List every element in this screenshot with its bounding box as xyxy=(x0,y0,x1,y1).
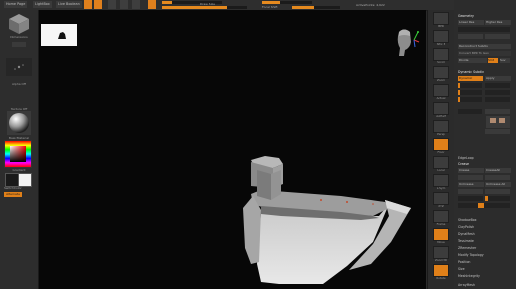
suv-toggle[interactable]: Suv xyxy=(500,58,510,63)
crease-lvl-slider[interactable] xyxy=(458,203,510,208)
zadd-icon[interactable] xyxy=(148,0,156,9)
crease-level-slider[interactable] xyxy=(458,196,483,201)
dimensions-label: Dimensions xyxy=(10,35,28,39)
tessimate-header[interactable]: Tessimate xyxy=(458,239,474,243)
actual-label: Actual xyxy=(436,96,446,100)
edgeloop-header[interactable]: EdgeLoop xyxy=(458,156,474,160)
modify-topology-header[interactable]: Modify Topology xyxy=(458,253,484,257)
color-picker[interactable] xyxy=(4,140,32,168)
focal-shift-slider[interactable] xyxy=(262,1,312,4)
micropoly-preview[interactable] xyxy=(486,116,510,128)
frame-label: Frame xyxy=(436,222,446,226)
shadowbox-header[interactable]: ShadowBox xyxy=(458,218,477,222)
navigator-thumbnail[interactable] xyxy=(41,24,77,46)
main-color-swatch[interactable] xyxy=(18,173,32,187)
smt-toggle[interactable]: Smt xyxy=(488,58,498,63)
small-button[interactable] xyxy=(12,42,26,47)
dynamic-subdiv-header[interactable]: Dynamic Subdiv xyxy=(458,70,484,74)
z-intensity-slider[interactable] xyxy=(162,6,247,9)
del-higher-button[interactable] xyxy=(485,34,510,39)
convert-bpr-button[interactable]: Convert BPR To Geo xyxy=(458,51,511,56)
floor-label: Floor xyxy=(437,150,445,154)
claypolish-header[interactable]: ClayPolish xyxy=(458,225,474,229)
smooth-uv-slider[interactable] xyxy=(485,97,510,102)
aahalf-label: AAHalf xyxy=(436,114,446,118)
draw-size-label: Draw Size xyxy=(200,2,215,6)
zoom3d-label: Zoom3D xyxy=(435,258,447,262)
coverage-slider[interactable] xyxy=(485,83,510,88)
micropoly-button[interactable] xyxy=(485,109,510,114)
lightbox-button[interactable]: LightBox xyxy=(33,1,52,8)
switch-color-button[interactable]: SwitchColor xyxy=(4,186,38,190)
secondary-color-swatch[interactable] xyxy=(5,173,19,187)
reconstruct-subdiv-button[interactable]: Reconstruct Subdiv xyxy=(458,44,511,49)
scale-tool-icon[interactable] xyxy=(120,0,128,9)
edit-icon[interactable] xyxy=(84,0,92,9)
home-page-button[interactable]: Home Page xyxy=(4,1,28,8)
draw-icon[interactable] xyxy=(94,0,102,9)
meshintegrity-header[interactable]: MeshIntegrity xyxy=(458,274,480,278)
3d-model-mesh[interactable] xyxy=(221,144,411,289)
crease-pg-toggle[interactable] xyxy=(485,175,510,180)
live-boolean-button[interactable]: Live Boolean xyxy=(56,1,82,8)
uncrease-all-button[interactable]: UnCrease All xyxy=(485,182,511,187)
sdiv-slider[interactable] xyxy=(458,27,510,32)
material-sphere-icon[interactable] xyxy=(7,111,31,135)
divide-button[interactable]: Divide xyxy=(458,58,487,63)
arraymesh-header[interactable]: ArrayMesh xyxy=(458,283,475,287)
left-panel: Dimensions Alpha Off Texture Off BasicMa… xyxy=(0,10,39,289)
zremesher-header[interactable]: ZRemesher xyxy=(458,246,476,250)
crease-button[interactable]: Crease xyxy=(458,168,484,173)
bpr-label: BPR xyxy=(438,24,444,28)
move-tool-icon[interactable] xyxy=(108,0,116,9)
geometry-header[interactable]: Geometry xyxy=(458,14,474,18)
crease-header[interactable]: Crease xyxy=(458,162,469,166)
persp-label: Persp xyxy=(437,132,445,136)
xyz-label: XYZ xyxy=(438,204,444,208)
crease-all-button[interactable]: CreaseAll xyxy=(485,168,511,173)
alpha-label: Alpha Off xyxy=(12,82,26,86)
qgrid-slider[interactable] xyxy=(458,83,482,88)
higher-res-button[interactable]: Higher Res xyxy=(485,20,511,25)
scroll-label: Scroll xyxy=(437,60,445,64)
bevel-level-slider[interactable] xyxy=(485,196,510,201)
focal-shift-label: Focal Shift xyxy=(262,5,278,9)
alternate-button[interactable]: Alternate xyxy=(4,192,22,197)
head-gizmo-icon[interactable] xyxy=(390,26,420,60)
dynamesh-header[interactable]: DynaMesh xyxy=(458,232,475,236)
zoom-label: Zoom xyxy=(436,78,446,82)
position-header[interactable]: Position xyxy=(458,260,470,264)
bevel-button[interactable] xyxy=(458,189,483,194)
uncrease-button[interactable]: UnCrease xyxy=(458,182,484,187)
thickness-slider[interactable] xyxy=(458,109,482,114)
lower-res-button[interactable]: Lower Res xyxy=(458,20,484,25)
lsym-label: L.Sym xyxy=(436,186,446,190)
rotate-label: Rotate xyxy=(436,276,446,280)
smooth-subdiv-slider[interactable] xyxy=(458,97,482,102)
crease-pg-button[interactable] xyxy=(458,175,483,180)
constant-slider[interactable] xyxy=(485,90,510,95)
spix-label: SPix 3 xyxy=(436,42,446,46)
cube-icon[interactable] xyxy=(8,13,30,35)
flat-subdiv-slider[interactable] xyxy=(458,90,482,95)
dynamic-button[interactable]: Dynamic xyxy=(458,76,483,81)
viewport-canvas[interactable] xyxy=(39,10,426,289)
active-points-readout: ActivePoints: 4,622 xyxy=(356,3,385,7)
gradient-label: Gradient xyxy=(12,168,26,172)
rotate-tool-icon[interactable] xyxy=(132,0,140,9)
local-label: Local xyxy=(437,168,445,172)
bevel-toggle[interactable] xyxy=(485,189,510,194)
move-label: Move xyxy=(437,240,445,244)
apply-button[interactable]: Apply xyxy=(485,76,511,81)
draw-size-slider[interactable] xyxy=(292,6,340,9)
right-panel: Geometry Lower Res Higher Res Reconstruc… xyxy=(454,0,516,289)
micropoly-options[interactable] xyxy=(485,129,510,134)
right-icon-column: BPR SPix 3 Scroll Zoom Actual AAHalf Per… xyxy=(427,10,454,289)
stroke-icon[interactable] xyxy=(6,58,32,76)
size-header[interactable]: Size xyxy=(458,267,465,271)
del-lower-button[interactable] xyxy=(458,34,483,39)
